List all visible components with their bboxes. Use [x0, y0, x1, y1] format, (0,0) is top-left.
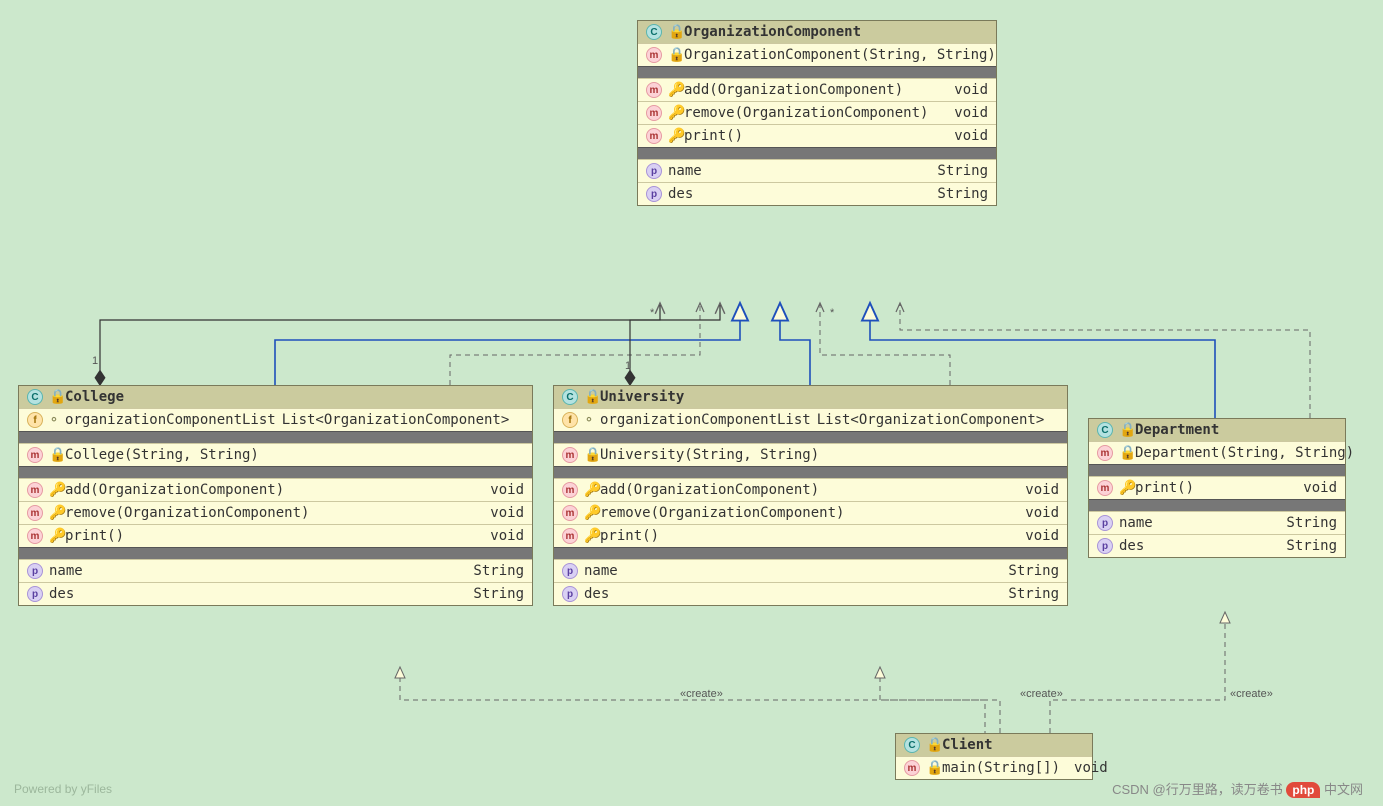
method-icon: m [27, 447, 43, 463]
property-icon: p [1097, 538, 1113, 554]
method-icon: m [646, 82, 662, 98]
class-name: Client [942, 737, 993, 753]
field-list: f∘ organizationComponentListList<Organiz… [19, 408, 532, 431]
constructor: m🔒 OrganizationComponent(String, String) [638, 43, 996, 66]
method-remove: m🔑 remove(OrganizationComponent)void [19, 501, 532, 524]
method-icon: m [27, 528, 43, 544]
method-icon: m [1097, 480, 1113, 496]
class-title: C🔒 College [19, 386, 532, 408]
constructor: m🔒 University(String, String) [554, 443, 1067, 466]
method-icon: m [27, 505, 43, 521]
class-title: C🔒 Department [1089, 419, 1345, 441]
class-name: College [65, 389, 124, 405]
method-icon: m [562, 447, 578, 463]
class-icon: C [562, 389, 578, 405]
mult-star: * [830, 307, 834, 319]
class-icon: C [904, 737, 920, 753]
constructor: m🔒 College(String, String) [19, 443, 532, 466]
stereotype-create: «create» [680, 688, 723, 700]
class-icon: C [27, 389, 43, 405]
field-icon: f [27, 412, 43, 428]
class-name: University [600, 389, 684, 405]
watermark: CSDN @行万里路，读万卷书 php 中文网 [1112, 779, 1363, 798]
method-icon: m [646, 128, 662, 144]
prop-name: p nameString [554, 559, 1067, 582]
method-icon: m [562, 505, 578, 521]
method-icon: m [562, 482, 578, 498]
prop-des: p desString [1089, 534, 1345, 557]
method-print: m🔑 print()void [19, 524, 532, 547]
method-icon: m [562, 528, 578, 544]
stereotype-create: «create» [1020, 688, 1063, 700]
class-name: Department [1135, 422, 1219, 438]
field-list: f∘ organizationComponentListList<Organiz… [554, 408, 1067, 431]
class-icon: C [1097, 422, 1113, 438]
property-icon: p [27, 586, 43, 602]
class-title: C🔒 Client [896, 734, 1092, 756]
prop-des: p desString [554, 582, 1067, 605]
method-icon: m [646, 105, 662, 121]
method-print: m🔑 print()void [1089, 476, 1345, 499]
class-client: C🔒 Client m🔒 main(String[])void [895, 733, 1093, 780]
method-add: m🔑 add(OrganizationComponent)void [19, 478, 532, 501]
class-title: C🔒 University [554, 386, 1067, 408]
method-add: m🔑 add(OrganizationComponent)void [554, 478, 1067, 501]
prop-name: p nameString [638, 159, 996, 182]
prop-name: p nameString [19, 559, 532, 582]
mult-star: * [650, 307, 654, 319]
class-name: OrganizationComponent [684, 24, 861, 40]
footer-credit: Powered by yFiles [14, 782, 112, 796]
constructor: m🔒 Department(String, String) [1089, 441, 1345, 464]
property-icon: p [562, 563, 578, 579]
method-main: m🔒 main(String[])void [896, 756, 1092, 779]
method-remove: m🔑 remove(OrganizationComponent)void [638, 101, 996, 124]
property-icon: p [27, 563, 43, 579]
property-icon: p [1097, 515, 1113, 531]
class-icon: C [646, 24, 662, 40]
method-icon: m [904, 760, 920, 776]
php-badge-icon: php [1286, 782, 1320, 798]
method-icon: m [1097, 445, 1113, 461]
class-college: C🔒 College f∘ organizationComponentListL… [18, 385, 533, 606]
stereotype-create: «create» [1230, 688, 1273, 700]
class-title: C 🔒 OrganizationComponent [638, 21, 996, 43]
class-organization-component: C 🔒 OrganizationComponent m🔒 Organizatio… [637, 20, 997, 206]
property-icon: p [646, 186, 662, 202]
method-add: m🔑 add(OrganizationComponent)void [638, 78, 996, 101]
method-print: m🔑 print()void [554, 524, 1067, 547]
method-print: m🔑 print()void [638, 124, 996, 147]
method-remove: m🔑 remove(OrganizationComponent)void [554, 501, 1067, 524]
prop-des: p desString [19, 582, 532, 605]
class-department: C🔒 Department m🔒 Department(String, Stri… [1088, 418, 1346, 558]
class-university: C🔒 University f∘ organizationComponentLi… [553, 385, 1068, 606]
mult-one: 1 [625, 360, 631, 372]
property-icon: p [562, 586, 578, 602]
property-icon: p [646, 163, 662, 179]
method-icon: m [27, 482, 43, 498]
field-icon: f [562, 412, 578, 428]
prop-des: p desString [638, 182, 996, 205]
mult-one: 1 [92, 355, 98, 367]
prop-name: p nameString [1089, 511, 1345, 534]
method-icon: m [646, 47, 662, 63]
